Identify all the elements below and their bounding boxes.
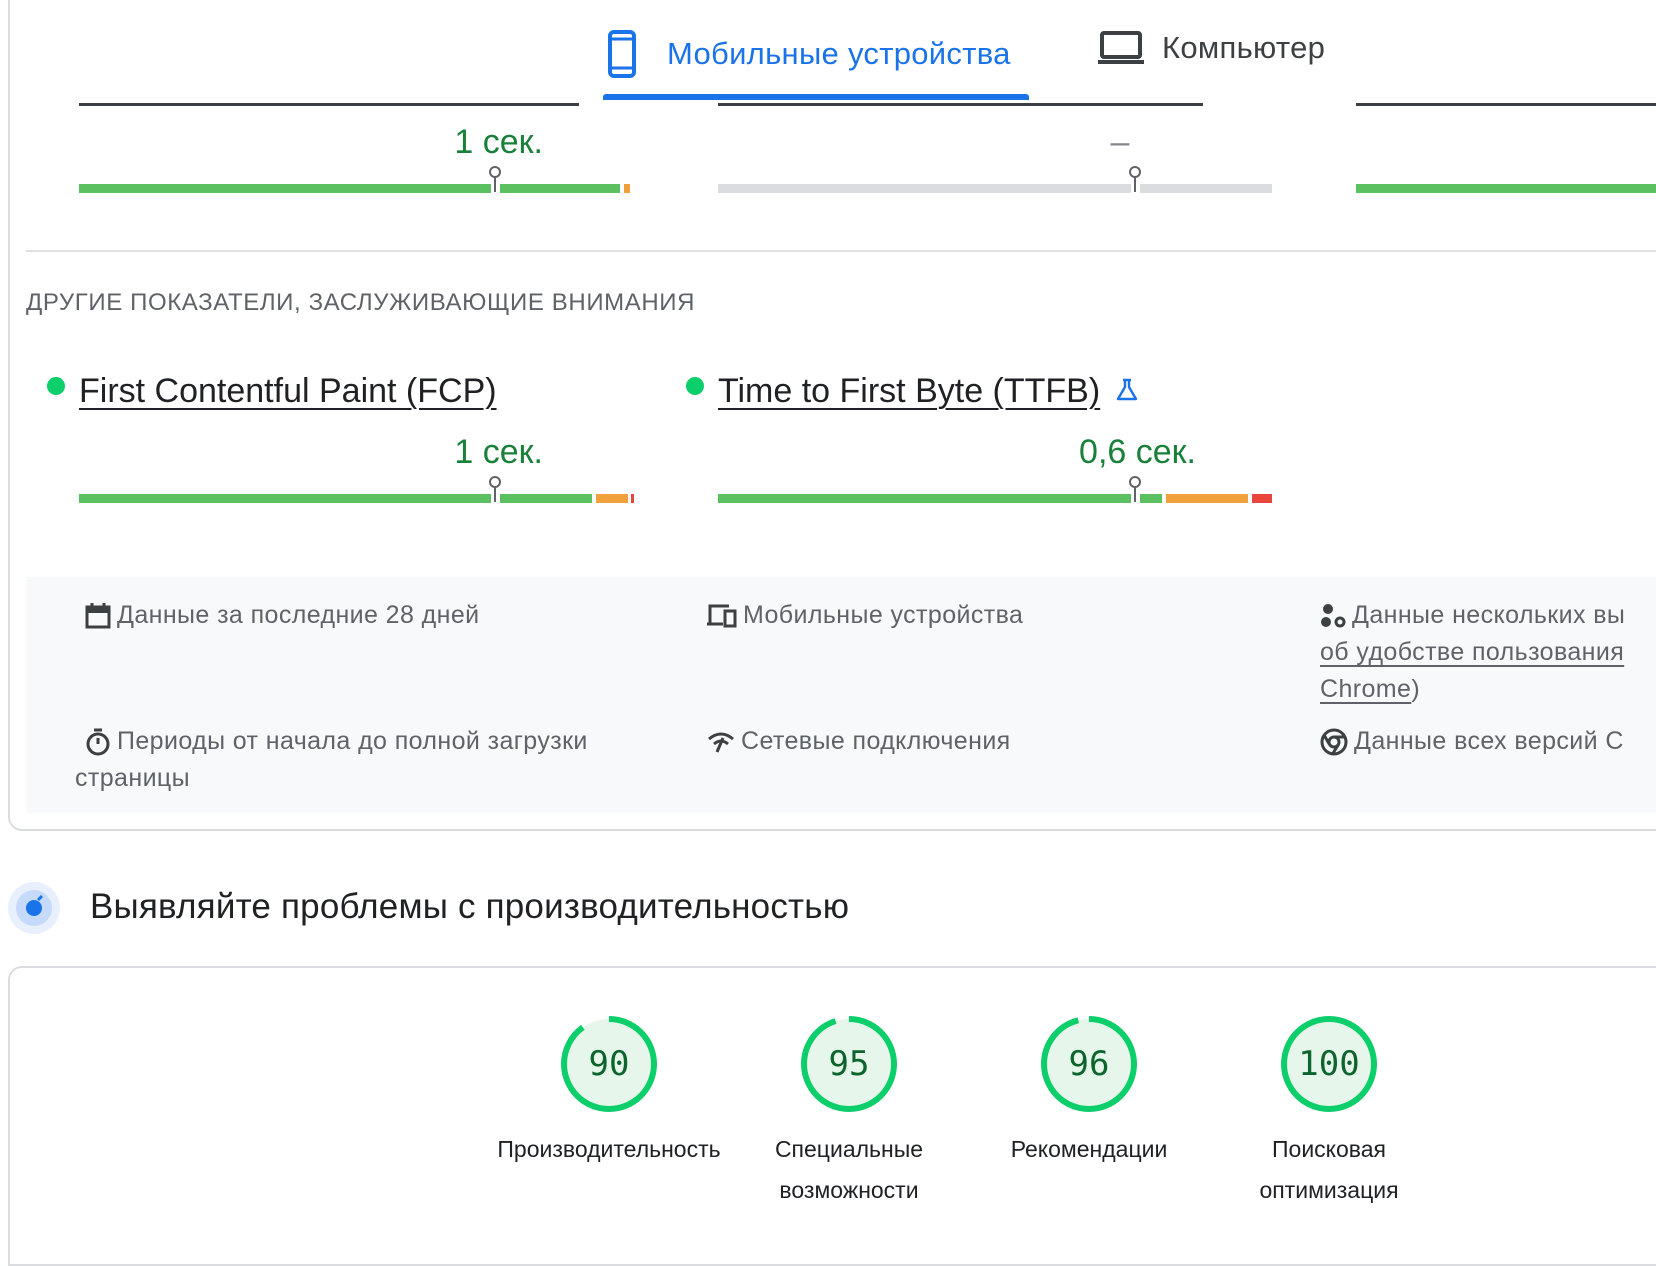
info-network-text: Сетевые подключения [741, 727, 1011, 755]
score-gauge[interactable]: 90 [559, 1014, 659, 1114]
active-tab-indicator [603, 94, 1029, 100]
diagnose-title: Выявляйте проблемы с производительностью [90, 887, 850, 926]
distribution-bar-average [1166, 494, 1248, 503]
p75-marker-head [489, 166, 501, 178]
distribution-bar-poor [1252, 494, 1272, 503]
score-label-line: возможности [779, 1177, 919, 1203]
distribution-bar-empty [718, 184, 1131, 193]
metric-label-clipped [79, 103, 579, 106]
crux-link-chrome[interactable]: Chrome [1320, 675, 1411, 703]
crux-link[interactable]: об удобстве пользования [1320, 638, 1624, 666]
chrome-icon [1320, 728, 1348, 756]
smartphone-icon [608, 30, 636, 78]
tab-mobile-label: Мобильные устройства [667, 36, 1011, 71]
status-good-dot [686, 376, 704, 395]
score-gauge[interactable]: 96 [1039, 1014, 1139, 1114]
metric-fcp-link[interactable]: First Contentful Paint (FCP) [79, 372, 497, 411]
divider [26, 250, 1656, 252]
metric-label-clipped [718, 103, 1203, 106]
distribution-bar-good [1140, 494, 1162, 503]
samples-icon [1321, 604, 1346, 628]
info-network: Сетевые подключения [707, 723, 1011, 760]
devices-icon [707, 604, 737, 628]
distribution-bar-good [500, 184, 620, 193]
calendar-icon [85, 603, 111, 629]
metric-label-clipped [1356, 103, 1656, 106]
info-durations-text2: страницы [75, 764, 191, 792]
metric-ttfb: Time to First Byte (TTFB) [686, 372, 1138, 411]
distribution-bar-good [79, 184, 491, 193]
metric-fcp-value: 1 сек. [454, 433, 543, 471]
info-devices-text: Мобильные устройства [743, 601, 1024, 629]
info-samples-suffix: ) [1411, 675, 1421, 703]
p75-marker-head [1129, 476, 1141, 488]
tab-desktop[interactable]: Компьютер [1097, 30, 1325, 66]
score-label-line: Специальные [774, 1136, 924, 1162]
score-label-line: оптимизация [1259, 1177, 1399, 1203]
metric-value: – [1110, 123, 1130, 161]
laptop-icon [1098, 31, 1144, 64]
score-label-line: Производительность [497, 1136, 721, 1162]
score-value: 96 [1068, 1044, 1110, 1084]
tab-desktop-label: Компьютер [1162, 30, 1326, 65]
score-label-line: Поисковая [1272, 1136, 1386, 1162]
score-value: 95 [828, 1044, 870, 1084]
network-icon [708, 732, 734, 753]
distribution-bar-good [1356, 184, 1656, 193]
metric-ttfb-value: 0,6 сек. [1079, 433, 1196, 471]
info-samples: Данные нескольких вы об удобстве пользов… [1320, 597, 1656, 708]
p75-marker [1134, 176, 1136, 192]
distribution-bar-good [500, 494, 592, 503]
info-versions: Данные всех версий C [1320, 723, 1624, 760]
distribution-bar-average [596, 494, 628, 503]
info-durations: Периоды от начала до полной загрузки стр… [75, 723, 675, 797]
score-label: Поисковая оптимизация [1209, 1129, 1449, 1211]
score-gauge[interactable]: 95 [799, 1014, 899, 1114]
info-durations-text: Периоды от начала до полной загрузки [117, 727, 588, 755]
score-label: Специальные возможности [729, 1129, 969, 1211]
tab-mobile[interactable]: Мобильные устройства [607, 30, 1011, 78]
other-metrics-title: ДРУГИЕ ПОКАЗАТЕЛИ, ЗАСЛУЖИВАЮЩИЕ ВНИМАНИ… [26, 289, 696, 316]
p75-marker-head [489, 476, 501, 488]
lab-scores-card [8, 966, 1656, 1266]
status-good-dot [47, 376, 65, 395]
p75-marker [1134, 486, 1136, 502]
experimental-flask-icon[interactable] [1116, 378, 1138, 402]
info-versions-text: Данные всех версий C [1354, 727, 1624, 755]
info-period: Данные за последние 28 дней [85, 597, 480, 634]
distribution-bar-empty [1140, 184, 1272, 193]
diagnose-compass-icon [8, 882, 60, 934]
p75-marker-head [1129, 166, 1141, 178]
score-label: Производительность [489, 1129, 729, 1170]
stopwatch-icon [86, 728, 110, 756]
score-gauge[interactable]: 100 [1279, 1014, 1379, 1114]
distribution-bar-good [79, 494, 491, 503]
score-label-line: Рекомендации [1010, 1136, 1168, 1162]
metric-fcp: First Contentful Paint (FCP) [47, 372, 497, 411]
p75-marker [494, 176, 496, 192]
p75-marker [494, 486, 496, 502]
distribution-bar-poor [631, 494, 634, 503]
info-period-text: Данные за последние 28 дней [117, 601, 480, 629]
metric-ttfb-link[interactable]: Time to First Byte (TTFB) [718, 372, 1100, 411]
distribution-bar-average [624, 184, 630, 193]
info-samples-text: Данные нескольких вы [1352, 601, 1626, 629]
score-label: Рекомендации [969, 1129, 1209, 1170]
score-value: 100 [1298, 1044, 1360, 1084]
info-devices: Мобильные устройства [707, 597, 1023, 634]
distribution-bar-good [718, 494, 1131, 503]
metric-value: 1 сек. [454, 123, 543, 161]
score-value: 90 [588, 1044, 630, 1084]
